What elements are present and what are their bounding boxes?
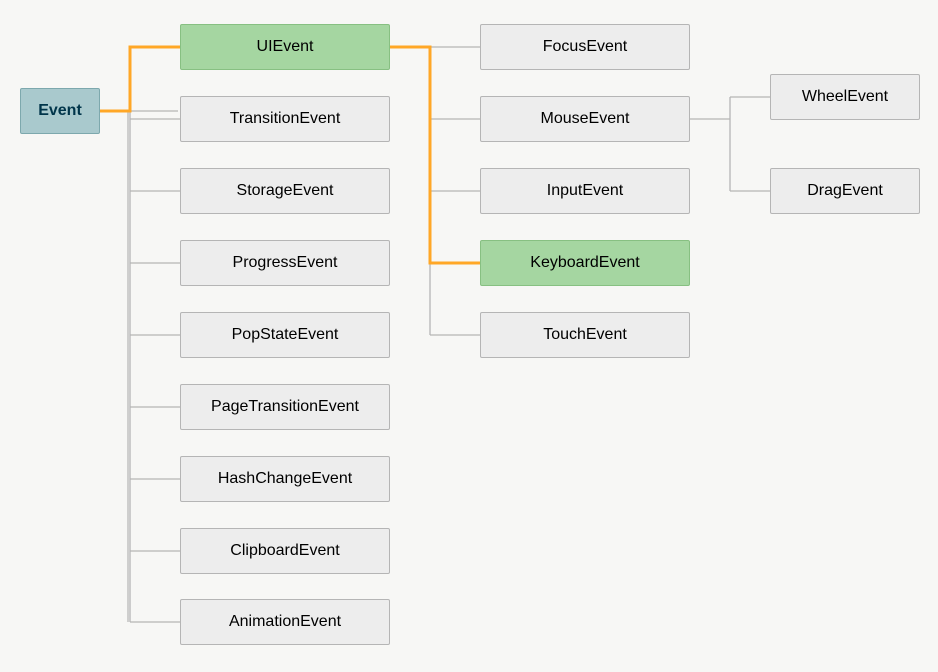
node-transitionevent[interactable]: TransitionEvent [180,96,390,142]
node-pagetransitionevent[interactable]: PageTransitionEvent [180,384,390,430]
node-popstateevent[interactable]: PopStateEvent [180,312,390,358]
event-hierarchy-diagram: Event UIEvent TransitionEvent StorageEve… [0,0,938,672]
node-wheelevent[interactable]: WheelEvent [770,74,920,120]
node-hashchangeevent[interactable]: HashChangeEvent [180,456,390,502]
node-uievent[interactable]: UIEvent [180,24,390,70]
node-clipboardevent[interactable]: ClipboardEvent [180,528,390,574]
node-mouseevent[interactable]: MouseEvent [480,96,690,142]
node-inputevent[interactable]: InputEvent [480,168,690,214]
node-dragevent[interactable]: DragEvent [770,168,920,214]
node-focusevent[interactable]: FocusEvent [480,24,690,70]
node-progressevent[interactable]: ProgressEvent [180,240,390,286]
node-animationevent[interactable]: AnimationEvent [180,599,390,645]
node-keyboardevent[interactable]: KeyboardEvent [480,240,690,286]
node-event[interactable]: Event [20,88,100,134]
node-touchevent[interactable]: TouchEvent [480,312,690,358]
node-storageevent[interactable]: StorageEvent [180,168,390,214]
